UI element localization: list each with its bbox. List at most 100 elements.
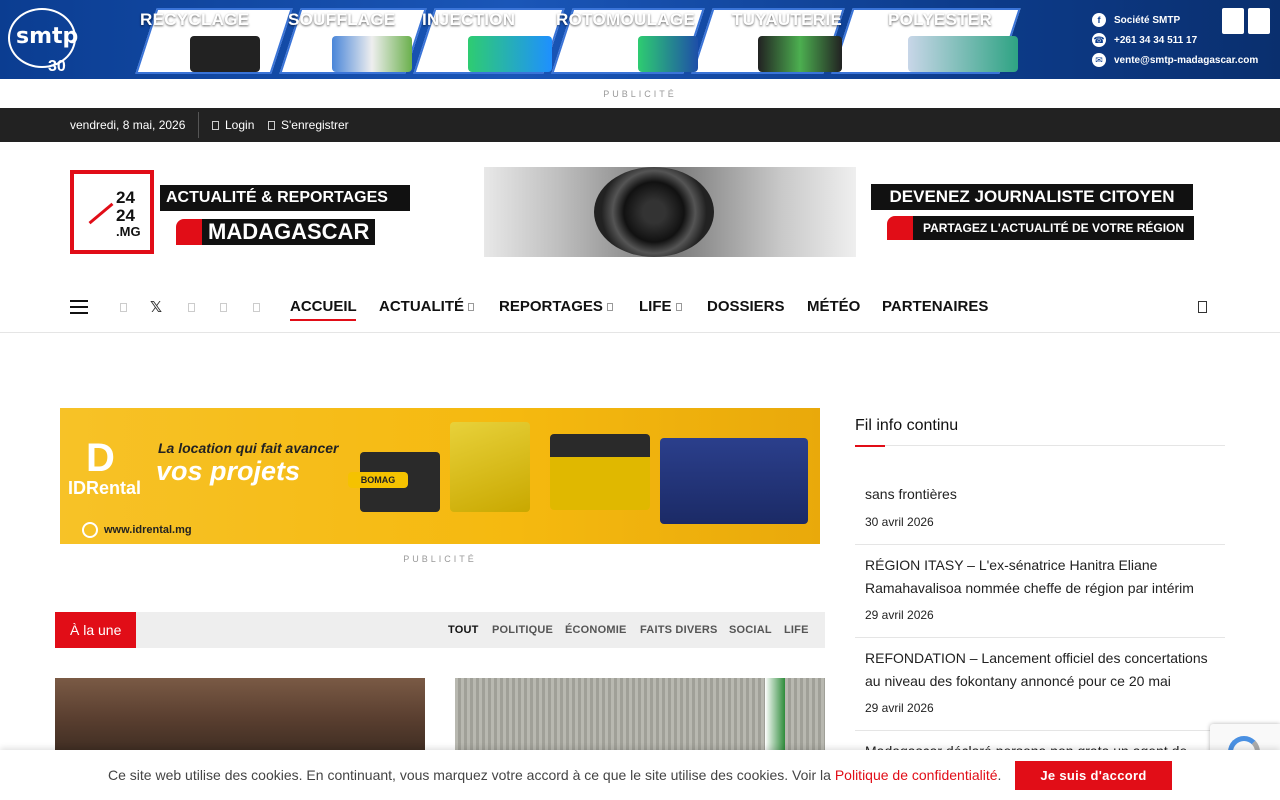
filter-politique[interactable]: POLITIQUE <box>492 624 553 636</box>
nav-accueil[interactable]: ACCUEIL <box>290 298 357 315</box>
nav-reportages[interactable]: REPORTAGES <box>499 298 613 315</box>
register-label: S'enregistrer <box>281 118 349 132</box>
truck-image <box>660 438 808 524</box>
hamburger-menu-icon[interactable] <box>70 300 88 314</box>
idrental-ad[interactable]: D IDRental La location qui fait avancer … <box>60 408 820 544</box>
login-link[interactable]: Login <box>212 118 254 132</box>
banner-email-text: vente@smtp-madagascar.com <box>1114 54 1259 66</box>
nav-partenaires[interactable]: PARTENAIRES <box>882 298 988 315</box>
idrental-brand: IDRental <box>68 478 142 498</box>
cookie-period: . <box>997 767 1002 783</box>
tile-label-soufflage: SOUFFLAGE <box>288 10 396 29</box>
tile-label-polyester: POLYESTER <box>888 10 993 29</box>
register-icon <box>268 120 275 130</box>
chevron-down-icon <box>606 302 613 311</box>
nav-meteo[interactable]: MÉTÉO <box>807 298 860 315</box>
fil-info-item-date: 30 avril 2026 <box>865 515 934 529</box>
fil-info-item-title: sans frontières <box>865 486 957 502</box>
article-thumbnail-1[interactable] <box>55 678 425 758</box>
smtp-logo: smtp 30 <box>8 8 79 75</box>
camera-lens-icon <box>594 167 714 257</box>
une-section-header: À la une TOUT POLITIQUE ÉCONOMIE FAITS D… <box>55 612 825 648</box>
banner-facebook-text: Société SMTP <box>1114 14 1181 26</box>
flag-image <box>765 678 785 758</box>
certification-badges <box>1222 8 1270 34</box>
nav-actualite-label: ACTUALITÉ <box>379 298 464 315</box>
logo-madagascar-text: MADAGASCAR <box>202 219 376 245</box>
fil-info-accent <box>855 445 885 447</box>
nav-dossiers-label: DOSSIERS <box>707 298 785 315</box>
youtube-icon[interactable] <box>217 300 229 314</box>
tanks-image <box>638 36 698 72</box>
nav-dossiers[interactable]: DOSSIERS <box>707 298 785 315</box>
main-nav: 𝕏 ACCUEIL ACTUALITÉ REPORTAGES LIFE DOSS… <box>0 282 1280 333</box>
x-icon[interactable]: 𝕏 <box>150 299 162 316</box>
register-link[interactable]: S'enregistrer <box>268 118 349 132</box>
filter-economie[interactable]: ÉCONOMIE <box>565 624 627 636</box>
fil-info-title: Fil info continu <box>855 417 959 434</box>
tiktok-icon[interactable] <box>250 300 262 314</box>
pipes-image <box>758 36 842 72</box>
journalist-ad-title[interactable]: DEVENEZ JOURNALISTE CITOYEN <box>871 184 1193 210</box>
nav-active-indicator <box>290 319 356 321</box>
fil-info-item[interactable]: RÉGION ITASY – L'ex-sénatrice Hanitra El… <box>855 545 1225 638</box>
polyester-tanks-image <box>908 36 1018 72</box>
chevron-down-icon <box>675 302 682 311</box>
email-icon: ✉ <box>1092 53 1106 67</box>
filter-faits-divers[interactable]: FAITS DIVERS <box>640 624 718 636</box>
filter-social[interactable]: SOCIAL <box>729 624 772 636</box>
smtp-logo-text: smtp <box>16 24 79 49</box>
top-bar-divider <box>198 112 199 138</box>
current-date: vendredi, 8 mai, 2026 <box>70 118 186 132</box>
publicite-label-top: PUBLICITÉ <box>603 89 677 99</box>
logo-mg: .MG <box>116 224 141 239</box>
journalist-ad-image[interactable] <box>484 167 856 257</box>
facebook-icon[interactable] <box>117 300 129 314</box>
chevron-down-icon <box>468 302 474 311</box>
tile-label-rotomoulage: ROTOMOULAGE <box>556 10 695 29</box>
privacy-policy-link[interactable]: Politique de confidentialité <box>835 767 998 783</box>
pellets-image <box>190 36 260 72</box>
idrental-logo: D IDRental <box>68 438 148 499</box>
logo-slash <box>88 202 114 225</box>
filter-life[interactable]: LIFE <box>784 624 809 636</box>
journalist-ad-subtitle[interactable]: PARTAGEZ L'ACTUALITÉ DE VOTRE RÉGION <box>887 216 1194 240</box>
cookie-banner: Ce site web utilise des cookies. En cont… <box>0 750 1280 800</box>
nav-actualite[interactable]: ACTUALITÉ <box>379 298 474 315</box>
idrental-url-text: www.idrental.mg <box>104 524 192 536</box>
logo-red-block <box>176 219 202 245</box>
fil-info-item[interactable]: REFONDATION – Lancement officiel des con… <box>855 638 1225 731</box>
filter-tout[interactable]: TOUT <box>448 624 479 636</box>
banner-product-tiles: RECYCLAGE SOUFFLAGE INJECTION ROTOMOULAG… <box>118 8 1038 74</box>
fil-info-item[interactable]: sans frontières 30 avril 2026 <box>855 470 1225 545</box>
search-icon[interactable] <box>1198 301 1207 313</box>
quality-badge-icon <box>1222 8 1244 34</box>
tile-label-tuyauterie: TUYAUTERIE <box>732 10 843 29</box>
idrental-tagline-1: La location qui fait avancer <box>158 440 339 456</box>
loader-image <box>550 434 650 510</box>
instagram-icon[interactable] <box>185 300 197 314</box>
une-title: À la une <box>55 612 136 648</box>
cookie-accept-button[interactable]: Je suis d'accord <box>1015 761 1172 790</box>
fil-info-item-title: RÉGION ITASY – L'ex-sénatrice Hanitra El… <box>865 557 1194 596</box>
idrental-url: www.idrental.mg <box>82 522 192 538</box>
logo-madagascar: MADAGASCAR <box>176 219 376 245</box>
logo-tagline: ACTUALITÉ & REPORTAGES <box>160 185 410 211</box>
journalist-ad-red-block <box>887 216 913 240</box>
facebook-icon: f <box>1092 13 1106 27</box>
smtp-banner-ad[interactable]: smtp 30 RECYCLAGE SOUFFLAGE INJECTION RO… <box>0 0 1280 79</box>
nav-reportages-label: REPORTAGES <box>499 298 603 315</box>
top-bar: vendredi, 8 mai, 2026 Login S'enregistre… <box>0 108 1280 142</box>
cookie-message: Ce site web utilise des cookies. En cont… <box>108 767 835 783</box>
publicite-label-mid: PUBLICITÉ <box>403 554 477 564</box>
article-thumbnail-2[interactable] <box>455 678 825 758</box>
nav-accueil-label: ACCUEIL <box>290 298 357 315</box>
bottles-image <box>332 36 412 72</box>
crates-image <box>468 36 552 72</box>
tile-label-injection: INJECTION <box>422 10 516 29</box>
journalist-ad-subtitle-text: PARTAGEZ L'ACTUALITÉ DE VOTRE RÉGION <box>913 216 1194 240</box>
fil-info-item-date: 29 avril 2026 <box>865 608 934 622</box>
nav-life[interactable]: LIFE <box>639 298 682 315</box>
excavator-image <box>450 422 530 512</box>
smtp-anniversary: 30 <box>48 58 66 75</box>
